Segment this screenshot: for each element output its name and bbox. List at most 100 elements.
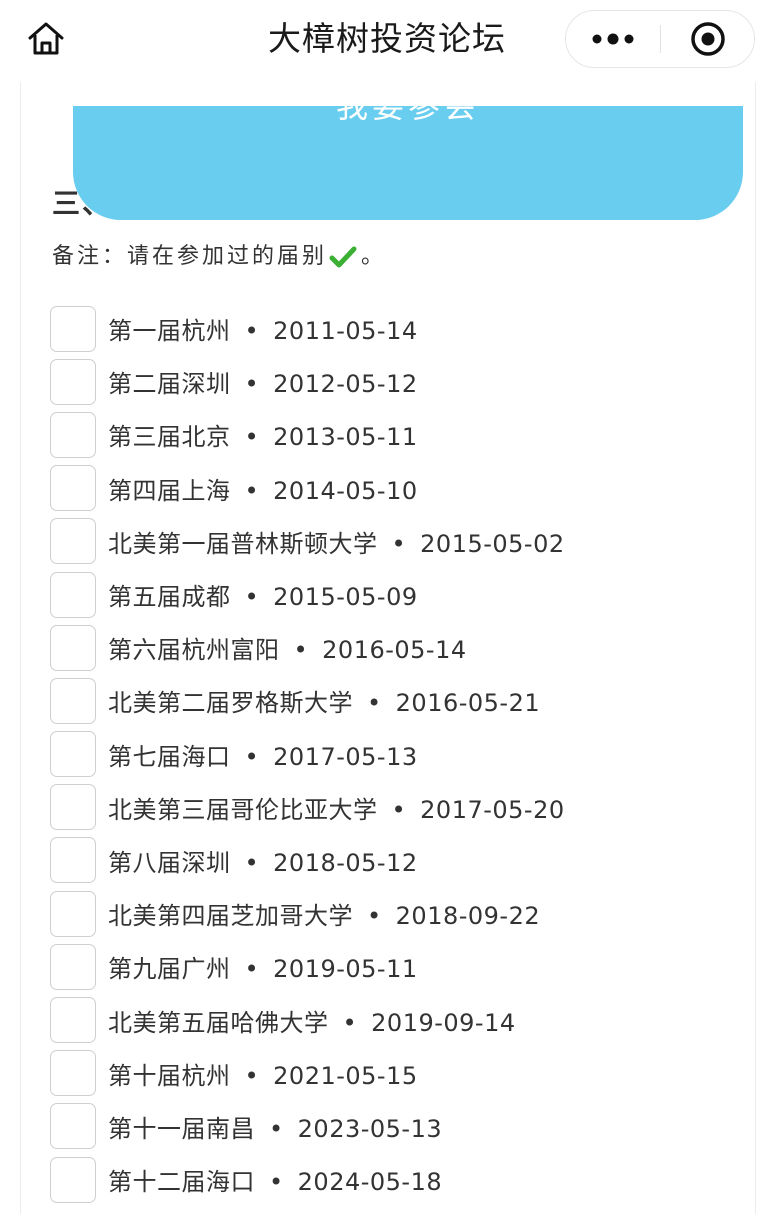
session-row: 第八届深圳 • 2018-05-12 <box>50 834 740 887</box>
session-label: 第二届深圳 • 2012-05-12 <box>108 364 418 399</box>
session-name: 第七届海口 <box>108 742 231 771</box>
session-label: 北美第五届哈佛大学 • 2019-09-14 <box>108 1003 516 1038</box>
session-checkbox[interactable] <box>50 1050 96 1097</box>
session-checkbox[interactable] <box>50 677 96 724</box>
page: 我要参会 大樟树投资论坛 备注：请在参加过的届别 。 第一届杭州 • 2011-… <box>0 0 774 1214</box>
session-date: 2013-05-11 <box>273 423 418 452</box>
session-checkbox[interactable] <box>50 305 96 352</box>
session-name: 第五届成都 <box>108 583 231 612</box>
session-name: 第六届杭州富阳 <box>108 636 280 665</box>
target-close-icon <box>691 22 725 56</box>
session-label: 第六届杭州富阳 • 2016-05-14 <box>108 630 467 665</box>
session-date: 2014-05-10 <box>273 476 418 505</box>
session-label: 第十二届海口 • 2024-05-18 <box>108 1162 442 1197</box>
more-button[interactable] <box>566 11 660 67</box>
session-label: 第一届杭州 • 2011-05-14 <box>108 311 418 346</box>
note-suffix: 。 <box>361 244 387 269</box>
session-label: 第十届杭州 • 2021-05-15 <box>108 1056 418 1091</box>
session-label: 第三届北京 • 2013-05-11 <box>108 417 418 452</box>
session-row: 第六届杭州富阳 • 2016-05-14 <box>50 621 740 674</box>
session-label: 北美第三届哥伦比亚大学 • 2017-05-20 <box>108 790 565 825</box>
session-label: 第七届海口 • 2017-05-13 <box>108 737 418 772</box>
mini-program-capsule <box>565 10 755 68</box>
session-label: 第九届广州 • 2019-05-11 <box>108 949 418 984</box>
session-checkbox[interactable] <box>50 890 96 937</box>
session-name: 北美第四届芝加哥大学 <box>108 902 353 931</box>
session-checkbox[interactable] <box>50 784 96 831</box>
session-date: 2021-05-15 <box>273 1061 418 1090</box>
session-checkbox[interactable] <box>50 411 96 458</box>
session-name: 北美第二届罗格斯大学 <box>108 689 353 718</box>
session-label: 北美第一届普林斯顿大学 • 2015-05-02 <box>108 524 565 559</box>
session-checkbox[interactable] <box>50 518 96 565</box>
session-label: 第八届深圳 • 2018-05-12 <box>108 843 418 878</box>
session-row: 第一届杭州 • 2011-05-14 <box>50 302 740 355</box>
note-prefix: 备注：请在参加过的届别 <box>52 244 328 269</box>
session-checkbox[interactable] <box>50 731 96 778</box>
page-title: 大樟树投资论坛 <box>268 19 506 58</box>
check-icon <box>329 246 357 268</box>
session-separator: • <box>244 423 260 452</box>
session-date: 2012-05-12 <box>273 370 418 399</box>
session-separator: • <box>244 1061 260 1090</box>
session-checkbox[interactable] <box>50 943 96 990</box>
session-name: 第二届深圳 <box>108 370 231 399</box>
session-row: 北美第三届哥伦比亚大学 • 2017-05-20 <box>50 781 740 834</box>
session-separator: • <box>342 1008 358 1037</box>
session-checkbox[interactable] <box>50 465 96 512</box>
session-date: 2016-05-21 <box>395 689 541 718</box>
session-date: 2015-05-09 <box>273 583 418 612</box>
session-label: 北美第二届罗格斯大学 • 2016-05-21 <box>108 683 540 718</box>
session-name: 第八届深圳 <box>108 848 231 877</box>
session-checkbox[interactable] <box>50 571 96 618</box>
session-separator: • <box>244 955 260 984</box>
session-checkbox[interactable] <box>50 1156 96 1203</box>
session-checkbox[interactable] <box>50 1103 96 1150</box>
session-name: 北美第一届普林斯顿大学 <box>108 529 378 558</box>
session-checkbox[interactable] <box>50 624 96 671</box>
session-separator: • <box>269 1114 284 1143</box>
session-separator: • <box>367 689 382 718</box>
session-label: 第五届成都 • 2015-05-09 <box>108 577 418 612</box>
session-separator: • <box>293 636 309 665</box>
session-checkbox[interactable] <box>50 837 96 884</box>
session-separator: • <box>244 476 260 505</box>
session-row: 第二届深圳 • 2012-05-12 <box>50 355 740 408</box>
session-row: 北美第四届芝加哥大学 • 2018-09-22 <box>50 887 740 940</box>
session-separator: • <box>244 370 260 399</box>
session-date: 2018-09-22 <box>395 902 541 931</box>
session-name: 第四届上海 <box>108 476 231 505</box>
session-checkbox[interactable] <box>50 358 96 405</box>
session-name: 第九届广州 <box>108 955 231 984</box>
session-date: 2016-05-14 <box>322 636 467 665</box>
session-name: 第一届杭州 <box>108 317 231 346</box>
session-date: 2011-05-14 <box>273 317 418 346</box>
session-name: 第十二届海口 <box>108 1168 255 1197</box>
note-text: 备注：请在参加过的届别 。 <box>52 240 386 274</box>
session-label: 第十一届南昌 • 2023-05-13 <box>108 1109 442 1144</box>
session-name: 第十一届南昌 <box>108 1114 255 1143</box>
close-button[interactable] <box>661 11 755 67</box>
session-date: 2019-05-11 <box>273 955 418 984</box>
home-button[interactable] <box>22 16 70 62</box>
session-list: 第一届杭州 • 2011-05-14 第二届深圳 • 2012-05-12 第三届北京 • 20… <box>50 302 740 1206</box>
top-navigation-bar: 大樟树投资论坛 <box>0 0 774 82</box>
session-row: 北美第一届普林斯顿大学 • 2015-05-02 <box>50 515 740 568</box>
session-date: 2024-05-18 <box>297 1168 443 1197</box>
session-date: 2019-09-14 <box>371 1008 516 1037</box>
session-checkbox[interactable] <box>50 997 96 1044</box>
session-name: 北美第三届哥伦比亚大学 <box>108 795 378 824</box>
session-row: 第十届杭州 • 2021-05-15 <box>50 1047 740 1100</box>
session-separator: • <box>244 317 260 346</box>
session-row: 第五届成都 • 2015-05-09 <box>50 568 740 621</box>
join-conference-button[interactable]: 我要参会 <box>73 106 743 220</box>
session-row: 第三届北京 • 2013-05-11 <box>50 408 740 461</box>
session-label: 北美第四届芝加哥大学 • 2018-09-22 <box>108 896 540 931</box>
session-date: 2015-05-02 <box>420 529 565 558</box>
session-row: 第九届广州 • 2019-05-11 <box>50 940 740 993</box>
session-date: 2017-05-20 <box>420 795 565 824</box>
session-name: 第十届杭州 <box>108 1061 231 1090</box>
session-separator: • <box>244 742 260 771</box>
home-icon <box>28 22 64 55</box>
join-conference-label: 我要参会 <box>335 106 480 125</box>
